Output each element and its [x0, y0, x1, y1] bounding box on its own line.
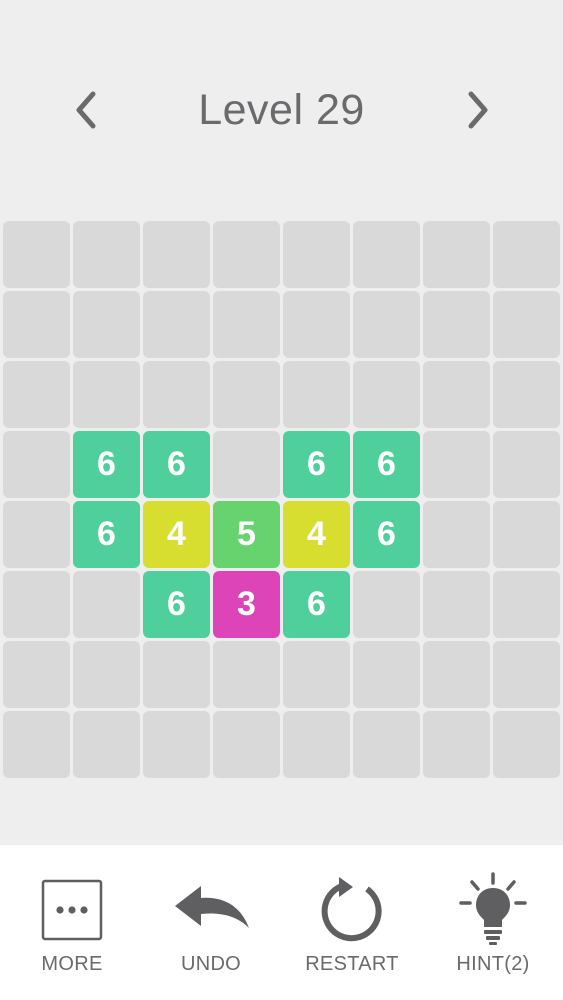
- bottom-toolbar: MORE UNDO RESTART HINT(2): [0, 845, 563, 1000]
- empty-cell: [493, 361, 560, 428]
- empty-cell: [3, 501, 70, 568]
- undo-button[interactable]: UNDO: [146, 875, 276, 985]
- chevron-right-icon: [468, 91, 488, 129]
- hint-button[interactable]: HINT(2): [428, 872, 558, 985]
- empty-cell: [73, 641, 140, 708]
- number-tile[interactable]: 6: [283, 431, 350, 498]
- number-tile[interactable]: 6: [73, 431, 140, 498]
- number-tile[interactable]: 6: [73, 501, 140, 568]
- number-tile[interactable]: 6: [353, 501, 420, 568]
- empty-cell: [493, 291, 560, 358]
- empty-cell: [3, 641, 70, 708]
- empty-cell: [3, 221, 70, 288]
- empty-cell: [423, 571, 490, 638]
- empty-cell: [283, 641, 350, 708]
- empty-cell: [143, 711, 210, 778]
- restart-icon: [321, 877, 382, 942]
- empty-cell: [423, 221, 490, 288]
- empty-cell: [353, 571, 420, 638]
- restart-button[interactable]: RESTART: [287, 875, 417, 985]
- empty-cell: [423, 291, 490, 358]
- empty-cell: [73, 711, 140, 778]
- number-tile[interactable]: 6: [353, 431, 420, 498]
- empty-cell: [143, 221, 210, 288]
- empty-cell: [353, 361, 420, 428]
- hint-label: HINT(2): [456, 953, 530, 975]
- number-tile[interactable]: 4: [143, 501, 210, 568]
- empty-cell: [3, 431, 70, 498]
- number-tile[interactable]: 4: [283, 501, 350, 568]
- empty-cell: [493, 641, 560, 708]
- empty-cell: [353, 221, 420, 288]
- empty-cell: [493, 431, 560, 498]
- empty-cell: [73, 291, 140, 358]
- header: Level 29: [0, 70, 563, 150]
- empty-cell: [493, 501, 560, 568]
- empty-cell: [493, 711, 560, 778]
- number-tile[interactable]: 6: [283, 571, 350, 638]
- number-tile[interactable]: 6: [143, 431, 210, 498]
- empty-cell: [493, 571, 560, 638]
- number-tile[interactable]: 3: [213, 571, 280, 638]
- empty-cell: [143, 361, 210, 428]
- empty-cell: [423, 711, 490, 778]
- empty-cell: [353, 711, 420, 778]
- restart-label: RESTART: [305, 953, 399, 975]
- empty-cell: [213, 711, 280, 778]
- empty-cell: [73, 571, 140, 638]
- next-level-button[interactable]: [456, 88, 500, 132]
- empty-cell: [143, 291, 210, 358]
- more-label: MORE: [41, 953, 103, 975]
- empty-cell: [423, 501, 490, 568]
- lightbulb-icon: [459, 872, 527, 945]
- more-button[interactable]: MORE: [7, 875, 137, 985]
- empty-cell: [73, 361, 140, 428]
- empty-cell: [493, 221, 560, 288]
- undo-arrow-icon: [175, 886, 249, 928]
- empty-cell: [213, 361, 280, 428]
- empty-cell: [283, 291, 350, 358]
- empty-cell: [353, 641, 420, 708]
- empty-cell: [213, 641, 280, 708]
- empty-cell: [143, 641, 210, 708]
- empty-cell: [423, 361, 490, 428]
- empty-cell: [213, 291, 280, 358]
- empty-cell: [3, 571, 70, 638]
- empty-cell: [423, 431, 490, 498]
- empty-cell: [3, 711, 70, 778]
- empty-cell: [283, 361, 350, 428]
- empty-cell: [73, 221, 140, 288]
- game-board: 666664546636: [3, 221, 563, 781]
- empty-cell: [423, 641, 490, 708]
- empty-cell: [283, 711, 350, 778]
- empty-cell: [353, 291, 420, 358]
- more-icon: [41, 879, 103, 941]
- empty-cell: [3, 291, 70, 358]
- empty-cell: [213, 431, 280, 498]
- empty-cell: [283, 221, 350, 288]
- empty-cell: [3, 361, 70, 428]
- undo-label: UNDO: [180, 953, 242, 975]
- empty-cell: [213, 221, 280, 288]
- number-tile[interactable]: 6: [143, 571, 210, 638]
- number-tile[interactable]: 5: [213, 501, 280, 568]
